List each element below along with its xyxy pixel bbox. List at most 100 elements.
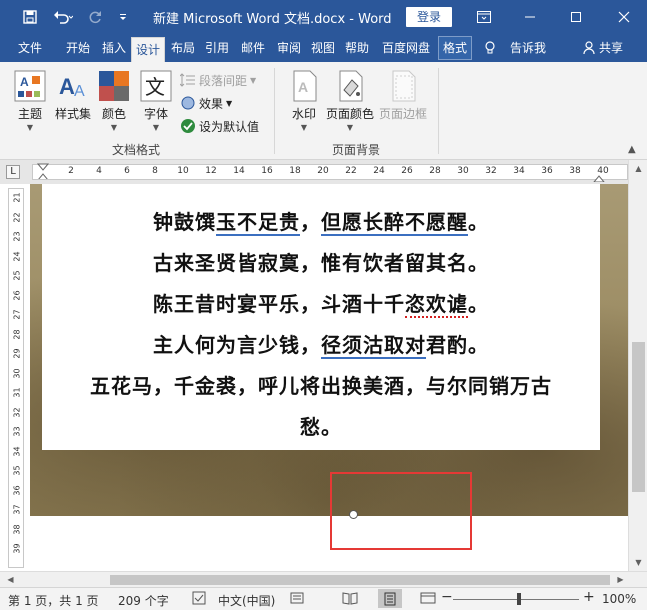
ruler-number: 14 xyxy=(233,166,245,176)
tab-mailings[interactable]: 邮件 xyxy=(236,34,270,62)
colors-button[interactable]: 颜色 ▼ xyxy=(96,70,132,132)
zoom-slider-thumb[interactable] xyxy=(517,593,521,605)
customize-icon[interactable] xyxy=(114,7,132,27)
scroll-down-icon[interactable]: ▼ xyxy=(632,556,645,569)
page-color-icon xyxy=(334,70,366,102)
poem-line-1-part-b: 玉不足贵 xyxy=(216,210,300,236)
poem-line-4-part-c: 君酌。 xyxy=(426,333,489,357)
web-layout-icon[interactable] xyxy=(420,591,436,608)
vertical-scrollbar[interactable]: ▲ ▼ xyxy=(628,160,647,571)
zoom-level[interactable]: 100% xyxy=(602,592,636,606)
resize-handle-icon[interactable] xyxy=(349,510,358,519)
tab-references[interactable]: 引用 xyxy=(200,34,234,62)
page-borders-button[interactable]: 页面边框 xyxy=(378,70,428,122)
tab-selector[interactable]: L xyxy=(6,165,20,179)
watermark-label: 水印 xyxy=(291,107,316,121)
page-count[interactable]: 第 1 页，共 1 页 xyxy=(8,592,99,609)
vertical-ruler[interactable]: 21 22 23 24 25 26 27 28 29 30 31 32 33 34 35 36 37 38 39 xyxy=(8,188,24,568)
fonts-button[interactable]: 文 字体 ▼ xyxy=(138,70,174,132)
document-area[interactable]: 钟鼓馔玉不足贵，但愿长醉不愿醒。 古来圣贤皆寂寞，惟有饮者留其名。 陈王昔时宴平… xyxy=(30,184,628,571)
tab-insert[interactable]: 插入 xyxy=(98,34,130,62)
collapse-ribbon-icon[interactable]: ▲ xyxy=(628,144,636,155)
tab-layout[interactable]: 布局 xyxy=(166,34,200,62)
vertical-ruler-number: 36 xyxy=(12,484,22,496)
minimize-icon[interactable] xyxy=(507,0,553,34)
page-borders-label: 页面边框 xyxy=(378,107,427,121)
effects-label: 效果 xyxy=(199,96,224,111)
tell-me-search[interactable]: 告诉我 xyxy=(504,34,552,62)
language-indicator[interactable]: 中文(中国) xyxy=(218,592,275,609)
zoom-slider[interactable] xyxy=(453,599,579,600)
ruler-number: 6 xyxy=(124,166,130,176)
paragraph-spacing-icon xyxy=(180,73,195,87)
login-button[interactable]: 登录 xyxy=(406,7,452,27)
proofing-icon[interactable] xyxy=(192,591,206,608)
tab-design[interactable]: 设计 xyxy=(131,37,165,62)
poem-line-3[interactable]: 陈王昔时宴平乐，斗酒十千恣欢谑。 xyxy=(42,288,600,318)
horizontal-ruler[interactable]: 2 4 6 8 10 12 14 16 18 20 22 24 26 28 30 32 34 36 38 40 xyxy=(32,163,628,182)
ruler-number: 34 xyxy=(513,166,525,176)
read-mode-icon[interactable] xyxy=(342,591,358,608)
vertical-ruler-number: 27 xyxy=(12,309,22,320)
poem-line-3-part-c: 。 xyxy=(468,292,489,316)
tab-view[interactable]: 视图 xyxy=(306,34,340,62)
vertical-ruler-number: 29 xyxy=(12,348,22,359)
poem-line-4-part-b: 径须沽取对 xyxy=(321,333,426,359)
print-layout-icon[interactable] xyxy=(378,589,402,608)
maximize-icon[interactable] xyxy=(553,0,599,34)
lightbulb-icon[interactable] xyxy=(480,34,500,62)
undo-icon[interactable] xyxy=(48,7,78,27)
poem-line-5[interactable]: 五花马，千金裘，呼儿将出换美酒，与尔同销万古 xyxy=(42,370,600,399)
colors-icon xyxy=(98,70,130,102)
ruler-number: 22 xyxy=(345,166,357,176)
style-set-button[interactable]: AA 样式集 xyxy=(54,70,92,122)
theme-button[interactable]: A 主题 ▼ xyxy=(12,70,48,132)
vertical-ruler-number: 25 xyxy=(12,270,22,281)
share-person-icon[interactable] xyxy=(580,34,598,62)
close-icon[interactable] xyxy=(600,0,647,34)
tab-format[interactable]: 格式 xyxy=(438,36,472,60)
first-line-indent-marker-icon[interactable] xyxy=(37,163,49,179)
poem-line-1-part-c: ， xyxy=(300,210,321,234)
horizontal-scrollbar[interactable]: ◀ ▶ xyxy=(0,571,647,587)
svg-text:A: A xyxy=(20,75,29,89)
vertical-scroll-thumb[interactable] xyxy=(632,342,645,492)
vertical-ruler-number: 32 xyxy=(12,406,22,418)
ruler-number: 30 xyxy=(457,166,469,176)
poem-line-4[interactable]: 主人何为言少钱，径须沽取对君酌。 xyxy=(42,329,600,359)
ruler-number: 28 xyxy=(429,166,441,176)
ruler-number: 32 xyxy=(485,166,497,176)
horizontal-ruler-area: L 2 4 6 8 10 12 14 16 18 20 22 24 26 28 30 32 34 36 38 40 xyxy=(0,160,647,184)
svg-text:A: A xyxy=(59,74,75,99)
word-count[interactable]: 209 个字 xyxy=(118,592,169,609)
poem-line-6[interactable]: 愁。 xyxy=(42,411,600,440)
poem-line-1[interactable]: 钟鼓馔玉不足贵，但愿长醉不愿醒。 xyxy=(42,206,600,236)
effects-button[interactable]: 效果 ▼ xyxy=(180,93,232,113)
poem-line-2[interactable]: 古来圣贤皆寂寞，惟有饮者留其名。 xyxy=(42,247,600,276)
scroll-left-icon[interactable]: ◀ xyxy=(4,573,17,586)
tab-baidu-netdisk[interactable]: 百度网盘 xyxy=(376,34,436,62)
scroll-right-icon[interactable]: ▶ xyxy=(614,573,627,586)
share-button[interactable]: 共享 xyxy=(598,34,624,62)
save-icon[interactable] xyxy=(18,7,42,27)
tab-file[interactable]: 文件 xyxy=(8,34,52,62)
ribbon-display-icon[interactable] xyxy=(461,0,507,34)
zoom-out-button[interactable]: − xyxy=(441,589,453,605)
status-bar: 第 1 页，共 1 页 209 个字 中文(中国) − + 100% xyxy=(0,587,647,610)
watermark-button[interactable]: A 水印 ▼ xyxy=(286,70,322,132)
paragraph-spacing-button[interactable]: 段落间距 ▼ xyxy=(180,70,256,90)
text-block[interactable]: 钟鼓馔玉不足贵，但愿长醉不愿醒。 古来圣贤皆寂寞，惟有饮者留其名。 陈王昔时宴平… xyxy=(42,184,600,450)
redo-icon[interactable] xyxy=(84,7,106,27)
scroll-up-icon[interactable]: ▲ xyxy=(632,162,645,175)
paragraph-spacing-dropdown-icon: ▼ xyxy=(250,75,257,85)
zoom-in-button[interactable]: + xyxy=(583,589,595,605)
tab-help[interactable]: 帮助 xyxy=(340,34,374,62)
ruler-number: 38 xyxy=(569,166,581,176)
vertical-ruler-number: 30 xyxy=(12,367,22,379)
tab-home[interactable]: 开始 xyxy=(58,34,98,62)
accessibility-icon[interactable] xyxy=(290,591,306,608)
horizontal-scroll-thumb[interactable] xyxy=(110,575,610,585)
page-color-button[interactable]: 页面颜色 ▼ xyxy=(326,70,374,132)
tab-review[interactable]: 审阅 xyxy=(272,34,306,62)
set-default-button[interactable]: 设为默认值 xyxy=(180,116,259,136)
